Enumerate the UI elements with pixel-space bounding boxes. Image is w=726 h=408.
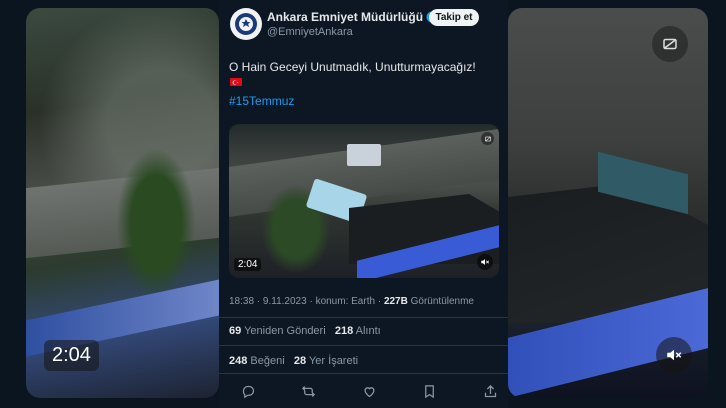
likes-count[interactable]: 248 xyxy=(229,355,247,367)
views-label: Görüntülenme xyxy=(410,296,474,307)
tweet-video[interactable]: 2:04 xyxy=(229,124,499,278)
divider xyxy=(219,373,508,374)
tweet-location: konum: Earth xyxy=(315,296,376,307)
retweet-quote-stats: 69 Yeniden Gönderi 218 Alıntı xyxy=(229,325,381,337)
quotes-count[interactable]: 218 xyxy=(335,325,353,337)
avatar[interactable] xyxy=(230,8,262,40)
video-duration: 2:04 xyxy=(234,258,262,271)
bg-tree xyxy=(116,148,196,298)
bookmarks-count[interactable]: 28 xyxy=(294,355,306,367)
author-name[interactable]: Ankara Emniyet Müdürlüğü xyxy=(267,10,438,26)
retweets-count[interactable]: 69 xyxy=(229,325,241,337)
video-van xyxy=(347,144,381,166)
tweet-card: Ankara Emniyet Müdürlüğü @EmniyetAnkara … xyxy=(219,0,508,408)
views-count: 227B xyxy=(383,296,408,307)
retweet-icon[interactable] xyxy=(300,382,318,400)
author-name-text[interactable]: Ankara Emniyet Müdürlüğü xyxy=(267,10,423,24)
gif-icon[interactable] xyxy=(652,26,688,62)
background-video-duration: 2:04 xyxy=(44,340,99,371)
like-icon[interactable] xyxy=(360,382,378,400)
tweet-meta: 18:38 · 9.11.2023 · konum: Earth · 227B … xyxy=(229,296,474,307)
hashtag-link[interactable]: #15Temmuz xyxy=(229,94,294,108)
retweets-label[interactable]: Yeniden Gönderi xyxy=(244,325,326,337)
author-handle[interactable]: @EmniyetAnkara xyxy=(267,26,353,38)
gif-icon[interactable] xyxy=(481,132,494,145)
divider xyxy=(219,345,508,346)
share-icon[interactable] xyxy=(481,382,499,400)
bookmark-icon[interactable] xyxy=(421,382,439,400)
tweet-actions xyxy=(239,382,499,400)
tweet-text: O Hain Geceyi Unutmadık, Unutturmayacağı… xyxy=(229,60,476,74)
tweet-date[interactable]: 9.11.2023 xyxy=(263,296,307,307)
reply-icon[interactable] xyxy=(239,382,257,400)
like-bookmark-stats: 248 Beğeni 28 Yer İşareti xyxy=(229,355,358,367)
police-badge-icon xyxy=(235,13,257,35)
bookmarks-label[interactable]: Yer İşareti xyxy=(309,355,358,367)
mute-icon[interactable] xyxy=(656,337,692,373)
follow-button[interactable]: Takip et xyxy=(429,9,479,26)
mute-icon[interactable] xyxy=(477,254,493,270)
quotes-label[interactable]: Alıntı xyxy=(356,325,381,337)
turkish-flag-icon xyxy=(230,78,242,86)
tweet-time[interactable]: 18:38 xyxy=(229,296,254,307)
divider xyxy=(219,317,508,318)
likes-label[interactable]: Beğeni xyxy=(250,355,284,367)
